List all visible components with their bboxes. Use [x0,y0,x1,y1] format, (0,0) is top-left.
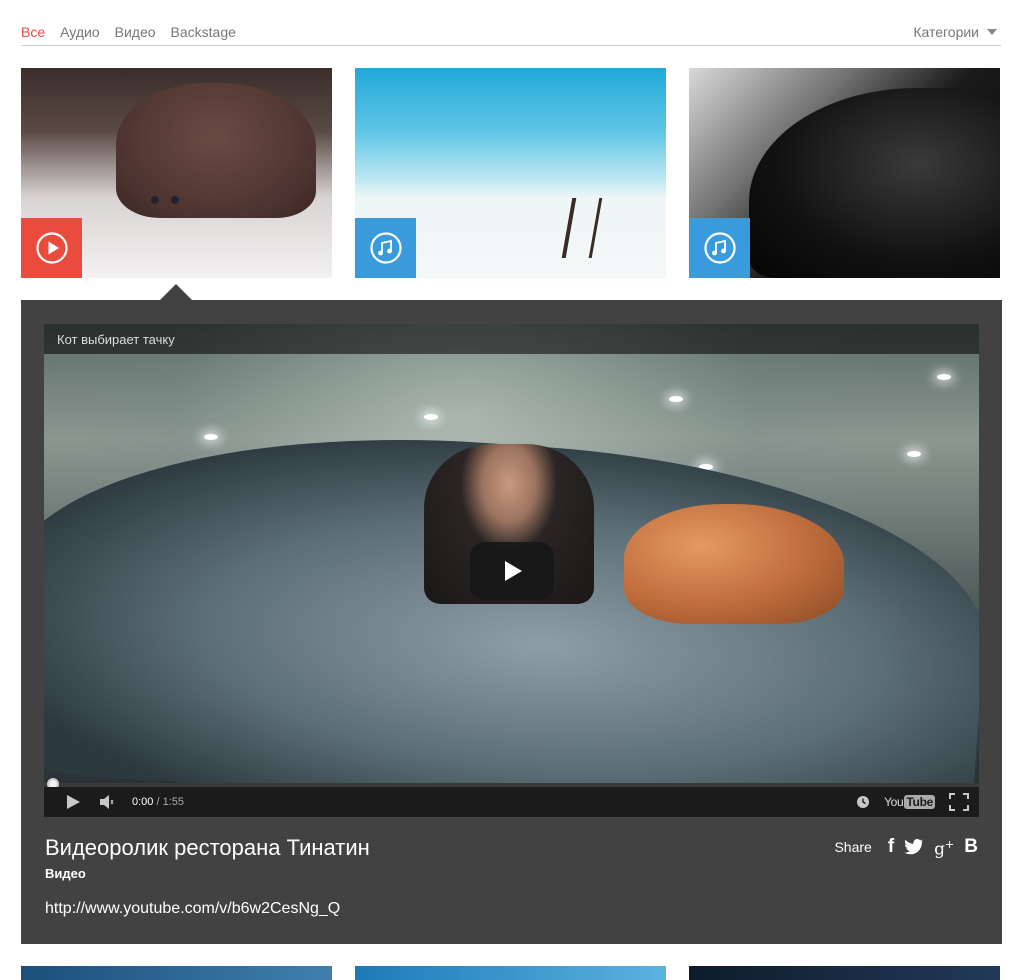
media-tile-audio-2[interactable] [689,68,1000,278]
audio-badge [689,218,750,278]
media-tile-next-2[interactable] [355,966,666,980]
play-circle-icon [35,232,68,264]
play-button[interactable] [64,793,82,811]
fullscreen-icon[interactable] [949,793,969,811]
music-note-icon [703,232,736,264]
tab-backstage[interactable]: Backstage [171,24,236,40]
filter-bar: Все Аудио Видео Backstage Категории [21,0,1001,46]
vk-icon[interactable]: B [964,837,978,857]
tab-audio[interactable]: Аудио [60,24,100,40]
clock-icon[interactable] [856,795,870,809]
category-dropdown-label: Категории [913,24,979,40]
media-tile-audio-1[interactable] [355,68,666,278]
music-note-icon [369,232,402,264]
media-tile-next-1[interactable] [21,966,332,980]
video-category-label: Видео [45,866,86,881]
share-label: Share [834,839,872,856]
audio-badge [355,218,416,278]
tab-all[interactable]: Все [21,24,45,40]
share-bar: Share f g+ B [834,835,978,860]
video-name-heading: Видеоролик ресторана Тинатин [45,835,370,860]
time-total: 1:55 [162,796,185,808]
media-detail-panel: Кот выбирает тачку 0:00 / 1:55 You Tube … [21,300,1002,944]
panel-pointer-arrow [159,284,193,301]
video-badge [21,218,82,278]
video-url-link[interactable]: http://www.youtube.com/v/b6w2CesNg_Q [45,900,340,918]
video-player[interactable]: Кот выбирает тачку 0:00 / 1:55 You Tube [44,324,979,817]
volume-button[interactable] [100,793,120,811]
volume-icon [100,795,114,809]
tab-video[interactable]: Видео [115,24,156,40]
player-controls-right: You Tube [856,787,979,817]
play-icon [67,795,80,809]
play-icon [505,561,522,581]
category-dropdown[interactable]: Категории [913,24,997,40]
time-display: 0:00 / 1:55 [132,796,184,808]
video-scene-cat [624,504,844,624]
google-plus-icon[interactable]: g+ [934,835,954,860]
thumbnail-hat [116,83,316,218]
time-current: 0:00 [132,796,154,808]
big-play-button[interactable] [470,542,554,600]
media-tile-video[interactable] [21,68,332,278]
facebook-icon[interactable]: f [888,837,894,857]
player-controls: 0:00 / 1:55 You Tube [44,787,979,817]
twitter-icon[interactable] [904,838,924,856]
caret-down-icon [987,29,997,35]
youtube-logo[interactable]: You Tube [884,795,935,809]
media-tile-next-3[interactable] [689,966,1000,980]
video-title[interactable]: Кот выбирает тачку [44,324,979,354]
filter-tabs: Все Аудио Видео Backstage [21,24,236,40]
time-separator: / [156,796,160,808]
